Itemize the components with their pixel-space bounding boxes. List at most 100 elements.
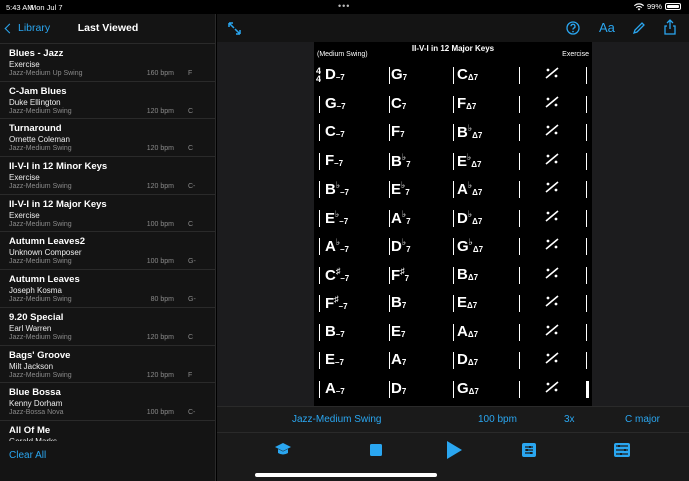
chord-symbol[interactable]: B♭Δ7 [457, 123, 482, 141]
chord-symbol[interactable]: B♭7 [391, 152, 411, 170]
sidebar: Library Last Viewed Blues - Jazz Exercise… [0, 14, 216, 481]
chord-symbol[interactable]: B7 [391, 294, 406, 311]
home-indicator[interactable] [255, 473, 437, 477]
chord-symbol[interactable]: D7 [391, 380, 406, 397]
repeat-measure-icon [545, 95, 559, 111]
chord-symbol[interactable]: D–7 [325, 66, 345, 83]
chord-symbol[interactable]: BΔ7 [457, 266, 478, 283]
repeats-selector[interactable]: 3x [564, 414, 575, 425]
chord-symbol[interactable]: A7 [391, 351, 406, 368]
style-selector[interactable]: Jazz-Medium Swing [292, 414, 381, 425]
chord-symbol[interactable]: G♭Δ7 [457, 237, 483, 255]
chord-symbol[interactable]: F♯–7 [325, 294, 348, 312]
barline [519, 181, 521, 198]
song-list-item[interactable]: Autumn Leaves Joseph Kosma Jazz-Medium Swi… [0, 270, 216, 308]
chord-symbol[interactable]: C–7 [325, 123, 345, 140]
pencil-icon[interactable] [632, 21, 646, 35]
chord-symbol[interactable]: E7 [391, 323, 405, 340]
barline [389, 67, 391, 84]
repeat-measure-icon [545, 67, 559, 82]
expand-arrows-icon[interactable] [228, 22, 241, 35]
chord-symbol[interactable]: E♭–7 [325, 209, 348, 227]
barline [319, 181, 321, 198]
lead-sheet[interactable]: II-V-I in 12 Major Keys (Medium Swing) E… [314, 42, 592, 406]
song-tempo: 120 bpm [146, 333, 174, 341]
chord-symbol[interactable]: CΔ7 [457, 66, 478, 83]
chord-symbol[interactable]: F–7 [325, 152, 343, 169]
stop-icon[interactable] [369, 443, 383, 457]
song-list-item[interactable]: Autumn Leaves2 Unknown Composer Jazz-Mediu… [0, 232, 216, 271]
barline [453, 152, 455, 170]
clear-all-button[interactable]: Clear All [9, 450, 46, 461]
song-style: Jazz-Medium Swing [9, 371, 72, 379]
chord-symbol[interactable]: B♭–7 [325, 180, 349, 198]
barline [453, 238, 455, 255]
barline [586, 209, 588, 227]
chord-symbol[interactable]: FΔ7 [457, 95, 476, 112]
song-list-item[interactable]: Bags' Groove Milt Jackson Jazz-Medium Swin… [0, 346, 216, 384]
chord-symbol[interactable]: D♭Δ7 [457, 209, 482, 227]
chord-symbol[interactable]: F♯7 [391, 266, 409, 284]
chord-symbol[interactable]: B–7 [325, 323, 345, 340]
chord-symbol[interactable]: A♭7 [391, 209, 411, 227]
barline [586, 238, 588, 255]
chord-symbol[interactable]: A♭–7 [325, 237, 349, 255]
song-key: C [188, 220, 194, 228]
barline [319, 238, 321, 255]
share-icon[interactable] [663, 19, 677, 35]
font-size-icon[interactable]: Aa [599, 20, 615, 35]
graduation-cap-icon[interactable] [274, 442, 292, 456]
song-tempo: 100 bpm [146, 409, 174, 417]
chord-symbol[interactable]: G7 [391, 66, 407, 83]
song-style: Jazz-Medium Swing [9, 333, 72, 341]
song-list-item[interactable]: II-V-I in 12 Minor Keys Exercise Jazz-Medi… [0, 157, 216, 195]
song-key: F [188, 70, 193, 77]
question-circle-icon[interactable] [566, 21, 580, 35]
song-tempo: 100 bpm [146, 220, 174, 228]
chord-symbol[interactable]: F7 [391, 123, 405, 140]
chord-symbol[interactable]: DΔ7 [457, 351, 478, 368]
multitasking-dots-icon[interactable]: ••• [338, 1, 350, 11]
chord-symbol[interactable]: A♭Δ7 [457, 180, 482, 198]
tempo-selector[interactable]: 100 bpm [478, 414, 517, 425]
barline [453, 295, 455, 312]
song-tempo: 80 bpm [150, 296, 174, 304]
chord-symbol[interactable]: D♭7 [391, 237, 411, 255]
chord-symbol[interactable]: C♯–7 [325, 266, 349, 284]
time-signature: 44 [316, 66, 322, 84]
key-selector[interactable]: C major [625, 414, 660, 425]
barline [453, 124, 455, 141]
song-composer: Earl Warren [9, 323, 52, 333]
song-key: C [188, 107, 194, 115]
chord-symbol[interactable]: E♭7 [391, 180, 410, 198]
song-list-item[interactable]: II-V-I in 12 Major Keys Exercise Jazz-Medi… [0, 195, 216, 233]
song-list[interactable]: Blues - Jazz Exercise Jazz-Medium Up Swing… [0, 43, 216, 441]
barline [519, 67, 521, 84]
repeat-measure-icon [545, 323, 559, 339]
song-style: Jazz-Medium Swing [9, 107, 72, 115]
status-date: Mon Jul 7 [30, 3, 63, 12]
repeat-measure-icon [545, 209, 559, 225]
mixer-icon[interactable] [521, 442, 537, 458]
barline [389, 209, 391, 227]
sliders-icon[interactable] [613, 442, 631, 458]
chord-symbol[interactable]: AΔ7 [457, 323, 478, 340]
barline [453, 95, 455, 113]
chord-symbol[interactable]: EΔ7 [457, 294, 477, 311]
song-list-item[interactable]: 9.20 Special Earl Warren Jazz-Medium Swing… [0, 308, 216, 346]
chord-symbol[interactable]: G–7 [325, 95, 346, 112]
play-icon[interactable] [445, 440, 463, 460]
song-list-item[interactable]: Turnaround Ornette Coleman Jazz-Medium Swi… [0, 119, 216, 158]
repeat-measure-icon [545, 238, 559, 253]
song-list-item[interactable]: Blue Bossa Kenny Dorham Jazz-Bossa Nova 100… [0, 383, 216, 421]
song-list-item[interactable]: Blues - Jazz Exercise Jazz-Medium Up Swing… [0, 44, 216, 82]
chord-symbol[interactable]: A–7 [325, 380, 345, 397]
song-style: Jazz-Medium Swing [9, 296, 72, 304]
chord-symbol[interactable]: GΔ7 [457, 380, 479, 397]
song-list-item[interactable]: C-Jam Blues Duke Ellington Jazz-Medium Swi… [0, 82, 216, 120]
chord-symbol[interactable]: E–7 [325, 351, 344, 368]
chord-symbol[interactable]: C7 [391, 95, 406, 112]
chord-symbol[interactable]: E♭Δ7 [457, 152, 481, 170]
song-list-item[interactable]: All Of MeGerald Marks [0, 421, 216, 441]
song-title: Autumn Leaves [9, 274, 80, 286]
